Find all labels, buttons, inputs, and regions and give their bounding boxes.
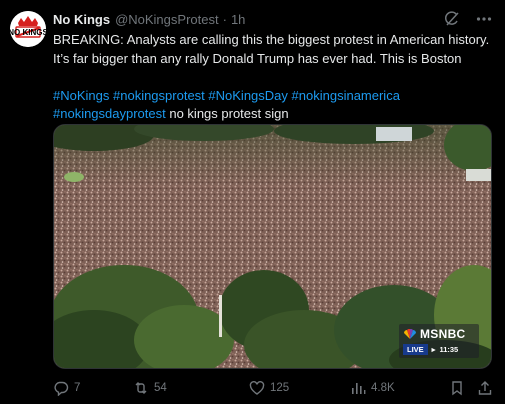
like-button[interactable]: 125 [249,380,289,396]
reply-count: 7 [74,382,81,394]
repost-count: 54 [154,382,167,394]
tweet-text-line1: BREAKING: Analysts are calling this the … [53,32,490,47]
more-icon[interactable] [475,10,493,28]
msnbc-label: MSNBC [420,327,466,341]
like-count: 125 [270,382,290,394]
views-count: 4.8K [371,382,395,394]
live-separator: ▸ [431,345,436,354]
peacock-icon [404,329,416,339]
hashtag-link[interactable]: #nokingsprotest [113,88,205,103]
author-handle[interactable]: @NoKingsProtest [115,12,219,27]
hashtag-link[interactable]: #nokingsinamerica [292,88,400,103]
trailing-text: no kings protest sign [165,106,289,121]
header-actions [443,10,493,28]
views-icon [352,383,366,394]
live-time: 11:35 [439,345,459,354]
bookmark-button[interactable] [449,380,465,396]
repost-icon [135,382,147,394]
avatar-label: NO KINGS [10,28,46,37]
tweet-header: No Kings @NoKingsProtest · 1h [53,10,495,28]
views-button[interactable]: 4.8K [350,380,395,396]
tweet-media-video[interactable]: MSNBC LIVE ▸ 11:35 [53,124,492,369]
hashtag-line1: #NoKings #nokingsprotest #NoKingsDay #no… [53,87,498,106]
bookmark-icon [452,381,462,396]
separator-dot: · [222,11,227,27]
msnbc-watermark: MSNBC LIVE ▸ 11:35 [399,324,479,358]
live-label: LIVE [403,344,428,355]
grok-icon[interactable] [443,10,461,28]
tweet-time[interactable]: 1h [231,12,245,27]
tweet-card[interactable]: NO KINGS No Kings @NoKingsProtest · 1h B… [0,0,505,404]
hashtag-link[interactable]: #nokingsdayprotest [53,106,166,121]
tweet-text: BREAKING: Analysts are calling this the … [53,31,498,124]
avatar[interactable]: NO KINGS [10,11,46,47]
like-icon [249,381,265,395]
hashtag-link[interactable]: #NoKingsDay [208,88,288,103]
share-icon [478,381,492,395]
tweet-text-line2: It’s far bigger than any rally Donald Tr… [53,50,462,66]
tweet-actions: 7 54 125 4.8K [53,380,493,398]
hashtag-line2: #nokingsdayprotest no kings protest sign [53,105,498,124]
hashtag-link[interactable]: #NoKings [53,88,109,103]
reply-icon [54,381,69,396]
share-button[interactable] [477,380,493,396]
reply-button[interactable]: 7 [53,380,80,396]
author-name[interactable]: No Kings [53,12,110,27]
repost-button[interactable]: 54 [133,380,167,396]
